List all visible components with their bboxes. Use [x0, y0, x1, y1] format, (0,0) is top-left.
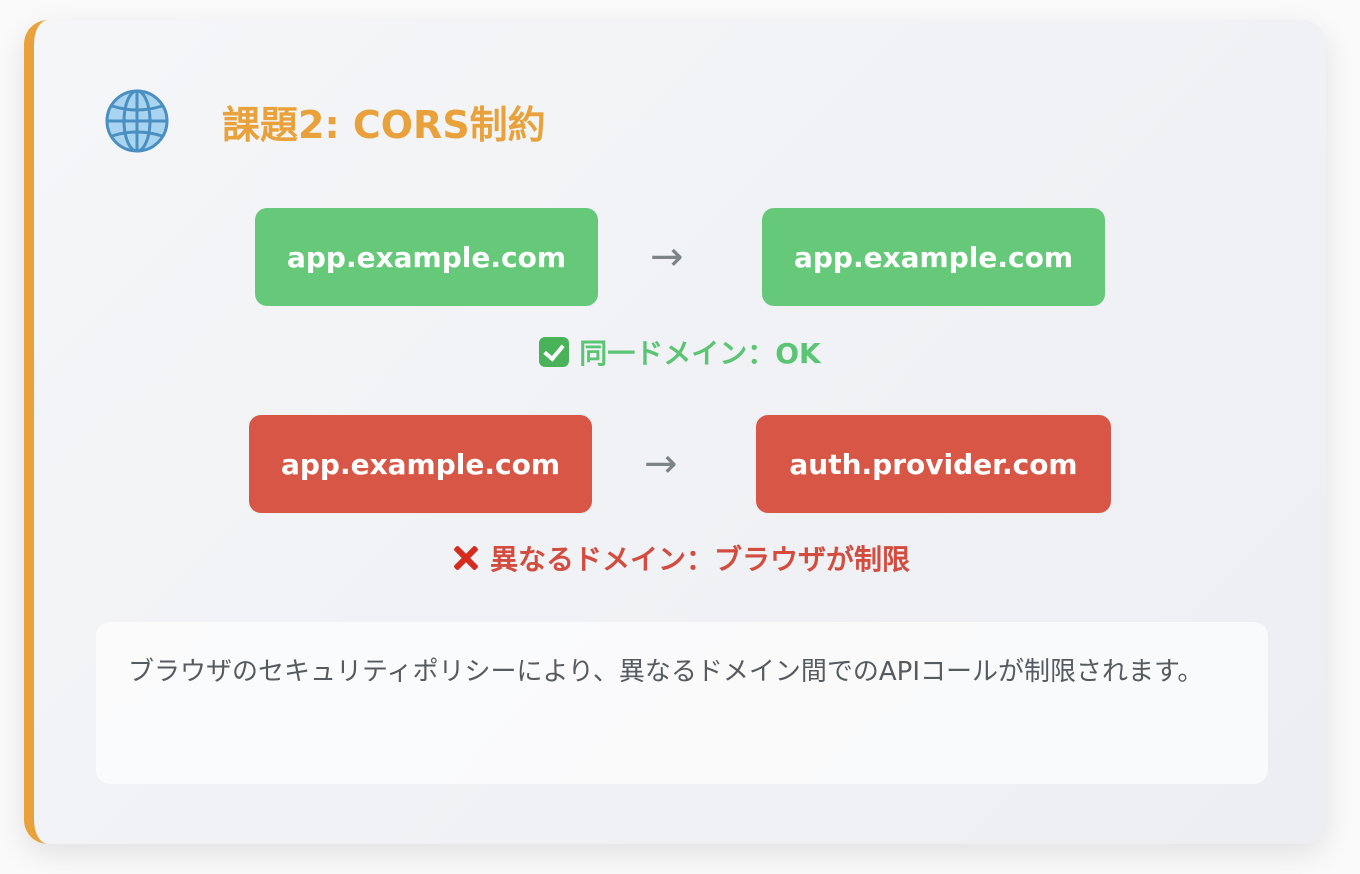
same-domain-target-box: app.example.com [762, 208, 1105, 306]
cross-icon [450, 543, 480, 573]
arrow-right-icon: → [644, 441, 678, 487]
same-domain-status-text: 同一ドメイン：OK [579, 337, 821, 370]
cors-card: 課題2: CORS制約 app.example.com → app.exampl… [24, 20, 1326, 844]
cross-domain-source-box: app.example.com [249, 415, 592, 513]
same-domain-status: 同一ドメイン：OK [34, 332, 1326, 372]
cross-domain-status: 異なるドメイン：ブラウザが制限 [34, 538, 1326, 578]
same-domain-source-box: app.example.com [255, 208, 598, 306]
globe-icon [105, 89, 169, 153]
arrow-right-icon: → [650, 234, 684, 280]
check-icon [539, 337, 570, 367]
cross-domain-status-text: 異なるドメイン：ブラウザが制限 [489, 543, 910, 576]
cross-domain-target-box: auth.provider.com [756, 415, 1111, 513]
description-box: ブラウザのセキュリティポリシーにより、異なるドメイン間でのAPIコールが制限され… [96, 622, 1268, 784]
card-title: 課題2: CORS制約 [222, 103, 546, 147]
